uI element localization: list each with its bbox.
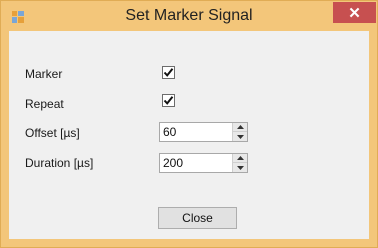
offset-decrement-button[interactable]: [233, 132, 247, 141]
marker-checkbox[interactable]: [162, 66, 175, 79]
checkmark-icon: [163, 68, 174, 77]
offset-increment-button[interactable]: [233, 123, 247, 132]
repeat-label: Repeat: [25, 97, 64, 111]
duration-label: Duration [µs]: [25, 156, 94, 170]
window-title: Set Marker Signal: [125, 7, 253, 24]
offset-spin-buttons: [232, 123, 247, 141]
duration-spin-buttons: [232, 154, 247, 172]
arrow-down-icon: [236, 134, 244, 139]
dialog-client-area: Marker Repeat Offset [µs] 60 Duration [µ…: [9, 31, 369, 239]
offset-spinner[interactable]: 60: [159, 122, 248, 142]
arrow-up-icon: [236, 125, 244, 129]
close-icon: ✕: [348, 4, 361, 22]
marker-label: Marker: [25, 67, 63, 81]
dialog-window: Set Marker Signal ✕ Marker Repeat Offset…: [0, 0, 378, 248]
duration-decrement-button[interactable]: [233, 163, 247, 172]
close-button[interactable]: Close: [158, 207, 237, 229]
duration-value[interactable]: 200: [163, 156, 183, 170]
arrow-up-icon: [236, 156, 244, 160]
duration-increment-button[interactable]: [233, 154, 247, 163]
offset-label: Offset [µs]: [25, 126, 80, 140]
duration-spinner[interactable]: 200: [159, 153, 248, 173]
offset-value[interactable]: 60: [163, 125, 176, 139]
window-close-button[interactable]: ✕: [333, 2, 376, 23]
arrow-down-icon: [236, 165, 244, 170]
close-button-label: Close: [182, 211, 213, 225]
title-bar[interactable]: Set Marker Signal ✕: [1, 1, 377, 31]
repeat-checkbox[interactable]: [162, 94, 175, 107]
checkmark-icon: [163, 96, 174, 105]
